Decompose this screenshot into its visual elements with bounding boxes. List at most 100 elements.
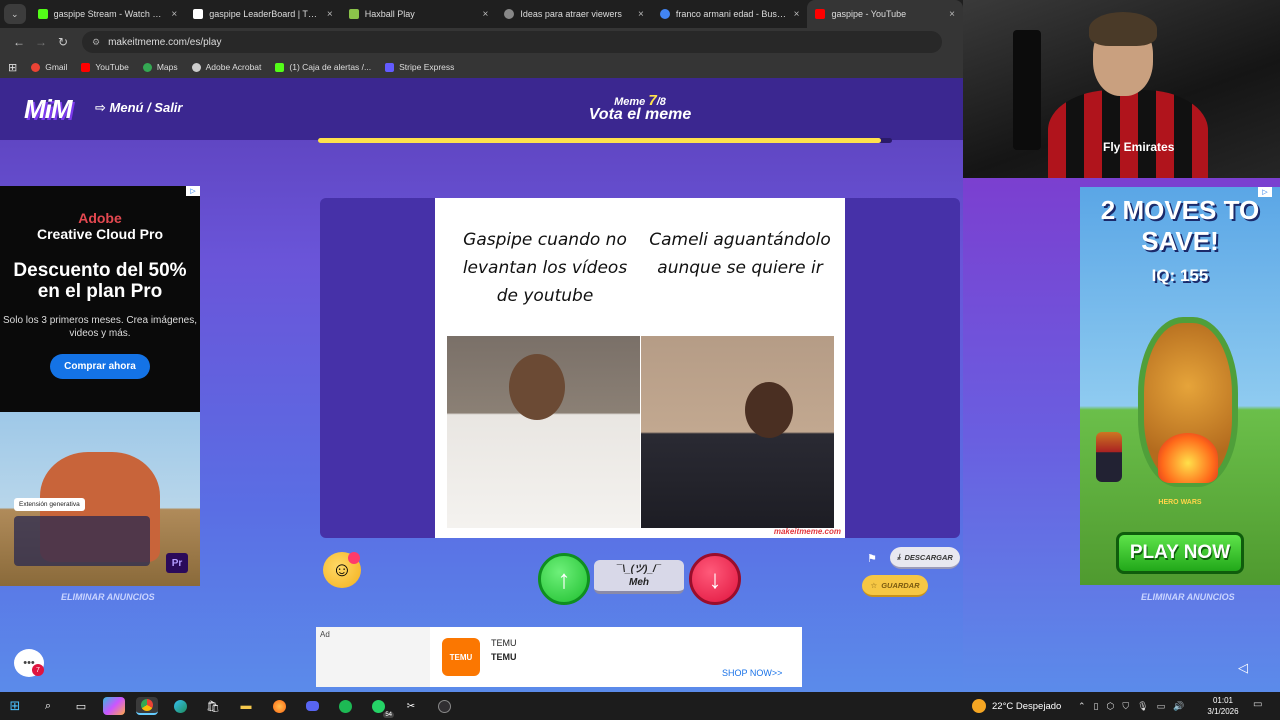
search-icon[interactable]: ⌕ — [37, 697, 59, 715]
weather-sun-icon — [972, 699, 986, 713]
store-icon[interactable]: 🛍 — [202, 697, 224, 715]
remove-ads-link-right[interactable]: ELIMINAR ANUNCIOS — [1141, 592, 1235, 602]
shop-now-link[interactable]: SHOP NOW>> — [722, 668, 782, 678]
temu-ad-image-area — [316, 627, 430, 687]
save-button[interactable]: ☆ GUARDAR — [862, 575, 928, 597]
shield-icon[interactable]: ⛉ — [1122, 701, 1129, 712]
edge-icon[interactable] — [169, 697, 191, 715]
bookmark-label: Gmail — [45, 62, 68, 72]
hero-wars-ad[interactable]: 2 MOVES TO SAVE! IQ: 155 HERO WARS PLAY … — [1080, 187, 1280, 585]
arrow-down-icon: ↓ — [708, 563, 722, 594]
discord-icon[interactable] — [301, 697, 323, 715]
apps-icon[interactable]: ⊞ — [8, 61, 17, 74]
firefox-icon[interactable] — [268, 697, 290, 715]
youtube-icon — [815, 9, 826, 19]
copilot-icon[interactable] — [103, 697, 125, 715]
close-icon[interactable]: × — [482, 9, 488, 20]
bookmark-label: YouTube — [95, 62, 129, 72]
meh-label: Meh — [629, 577, 649, 588]
close-icon[interactable]: × — [794, 9, 800, 20]
tab-leaderboard[interactable]: gaspipe LeaderBoard | The best × — [185, 0, 341, 28]
adobe-buy-button[interactable]: Comprar ahora — [50, 354, 150, 379]
url-field[interactable]: ⚙ makeitmeme.com/es/play — [82, 31, 942, 53]
download-label: DESCARGAR — [904, 552, 953, 562]
reload-icon[interactable]: ↻ — [52, 35, 74, 49]
hero-character — [1096, 432, 1122, 482]
url-text: makeitmeme.com/es/play — [108, 36, 222, 48]
tab-google-search[interactable]: franco armani edad - Buscar con × — [652, 0, 808, 28]
capcut-icon[interactable]: ✂ — [400, 697, 422, 715]
system-tray: ⌃ ▯ ⬡ ⛉ 🎙 ▭ 🔊 — [1074, 692, 1188, 720]
close-icon[interactable]: × — [949, 9, 955, 20]
battery-icon[interactable]: ▯ — [1094, 701, 1099, 712]
play-now-button[interactable]: PLAY NOW — [1116, 532, 1244, 574]
reaction-heart-icon — [348, 552, 360, 564]
hero-wars-headline: 2 MOVES TO SAVE! — [1100, 195, 1260, 256]
windows-start-icon[interactable]: ⊞ — [4, 697, 26, 715]
premiere-icon: Pr — [166, 553, 188, 573]
tab-label: franco armani edad - Buscar con — [675, 9, 788, 19]
close-icon[interactable]: × — [638, 9, 644, 20]
weather-widget[interactable]: 22°C Despejado — [972, 692, 1061, 720]
webcam-overlay: Fly Emirates — [963, 0, 1280, 178]
streamer-hair — [1089, 12, 1157, 46]
remove-ads-link-left[interactable]: ELIMINAR ANUNCIOS — [61, 592, 155, 602]
gmail-icon — [31, 62, 41, 72]
obs-icon[interactable] — [433, 697, 455, 715]
whatsapp-icon[interactable]: 54 — [367, 697, 394, 718]
adobe-ad[interactable]: Adobe Creative Cloud Pro Descuento del 5… — [0, 186, 200, 586]
site-info-icon[interactable]: ⚙ — [92, 37, 100, 48]
task-view-icon[interactable]: ▭ — [70, 697, 92, 715]
upvote-button[interactable]: ↑ — [538, 553, 590, 605]
tab-ideas[interactable]: Ideas para atraer viewers × — [496, 0, 652, 28]
meh-button[interactable]: ¯\_(ツ)_/¯ Meh — [594, 560, 684, 594]
adchoices-icon[interactable]: ▷ — [1258, 187, 1272, 197]
spotify-icon[interactable] — [334, 697, 356, 715]
forward-icon[interactable]: → — [30, 35, 52, 49]
meme-panel-left — [447, 336, 640, 528]
temu-ad[interactable]: Ad TEMU TEMU TEMU SHOP NOW>> — [316, 627, 802, 687]
monitor-icon[interactable]: ▭ — [1157, 701, 1166, 712]
browser-tab-strip: ⌄ gaspipe Stream - Watch Live on × gaspi… — [0, 0, 963, 28]
tab-haxball[interactable]: Haxball Play × — [341, 0, 497, 28]
tab-kick[interactable]: gaspipe Stream - Watch Live on × — [30, 0, 186, 28]
close-icon[interactable]: × — [171, 9, 177, 20]
bookmark-acrobat[interactable]: Adobe Acrobat — [191, 62, 261, 72]
notification-icon[interactable]: ▭ — [1253, 699, 1262, 710]
folder-icon[interactable]: ▬ — [235, 697, 257, 715]
bookmark-stripe[interactable]: Stripe Express — [385, 62, 454, 72]
chrome-icon[interactable] — [136, 697, 158, 715]
bookmark-maps[interactable]: Maps — [142, 62, 178, 72]
download-button[interactable]: ⤓ DESCARGAR — [890, 547, 960, 569]
report-flag-icon[interactable]: ⚑ — [867, 552, 877, 565]
hero-wars-iq: IQ: 155 — [1151, 266, 1209, 285]
chevron-up-icon[interactable]: ⌃ — [1078, 701, 1086, 712]
mim-logo[interactable]: MiM — [24, 94, 73, 125]
chat-unread-badge: 7 — [32, 664, 44, 676]
meme-caption-right: Cameli aguantándolo aunque se quiere ir — [649, 230, 831, 278]
menu-exit-link[interactable]: ⇨ Menú / Salir — [95, 100, 182, 116]
system-clock[interactable]: 01:01 3/1/2026 — [1200, 695, 1246, 717]
round-progress-bar — [318, 138, 892, 143]
microphone-icon[interactable]: 🎙 — [1137, 701, 1148, 712]
bookmark-label: (1) Caja de alertas /... — [289, 62, 372, 72]
bookmark-youtube[interactable]: YouTube — [81, 62, 129, 72]
haxball-icon — [348, 9, 359, 19]
back-icon[interactable]: ← — [8, 35, 30, 49]
globe-icon — [191, 62, 201, 72]
mute-icon[interactable]: ◁ — [1238, 660, 1248, 676]
close-icon[interactable]: × — [327, 9, 333, 20]
downvote-button[interactable]: ↓ — [689, 553, 741, 605]
windows-taskbar: ⊞ ⌕ ▭ 🛍 ▬ 54 ✂ 22°C Despejado ⌃ ▯ ⬡ ⛉ 🎙 … — [0, 692, 1280, 720]
bookmark-alerts[interactable]: (1) Caja de alertas /... — [275, 62, 371, 72]
tab-label: gaspipe - YouTube — [831, 9, 907, 19]
network-icon[interactable]: ⬡ — [1107, 701, 1115, 712]
tab-search-button[interactable]: ⌄ — [4, 4, 26, 24]
volume-icon[interactable]: 🔊 — [1173, 701, 1184, 712]
tab-label: Ideas para atraer viewers — [520, 9, 622, 19]
globe-icon — [504, 9, 515, 19]
meme-image: Gaspipe cuando no levantan los vídeos de… — [435, 198, 845, 538]
tab-youtube[interactable]: gaspipe - YouTube × — [807, 0, 963, 28]
bookmark-gmail[interactable]: Gmail — [31, 62, 67, 72]
adchoices-icon[interactable]: ▷ — [186, 186, 200, 196]
